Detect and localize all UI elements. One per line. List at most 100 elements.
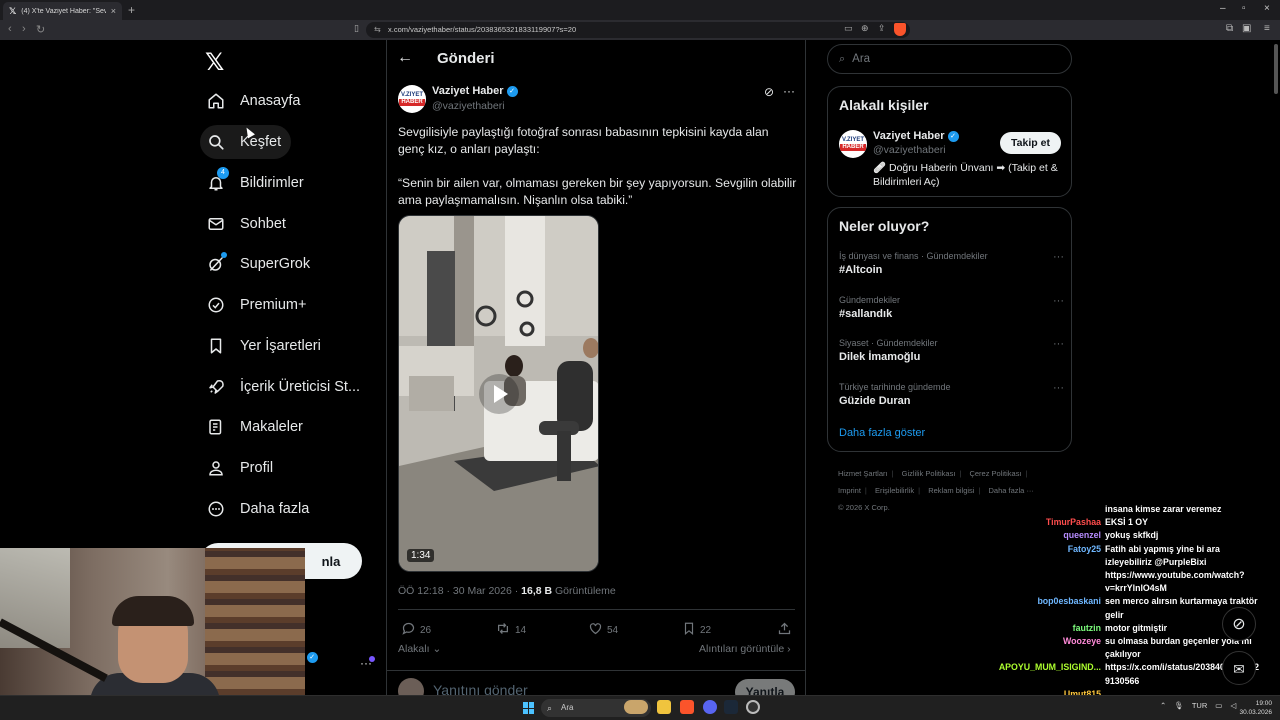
related-name-text: Vaziyet Haber <box>873 130 945 142</box>
nav-item-supergrok[interactable]: SuperGrok <box>200 247 320 281</box>
like-action[interactable]: 54 <box>588 621 618 639</box>
minimize-icon[interactable]: – <box>1220 3 1226 14</box>
follow-button[interactable]: Takip et <box>1000 132 1061 154</box>
chevron-down-icon: ⌄ <box>432 643 442 655</box>
grok-fab-icon[interactable]: ⊘ <box>1222 607 1256 641</box>
grok-explain-icon[interactable]: ⊘ <box>764 85 774 99</box>
volume-icon[interactable]: ◁ <box>1230 701 1236 710</box>
post-video[interactable]: 1:34 <box>398 215 599 572</box>
reply-input[interactable]: Yanıtını gönder <box>433 682 528 695</box>
close-window-icon[interactable]: × <box>1264 3 1270 14</box>
footer-link[interactable]: Gizlilik Politikası <box>902 469 956 478</box>
discord-icon[interactable] <box>703 700 717 714</box>
tab-close-icon[interactable]: × <box>111 6 116 16</box>
nav-item-premium[interactable]: Premium+ <box>200 288 316 322</box>
author-name[interactable]: Vaziyet Haber ✓ <box>432 85 518 97</box>
bookmark-page-icon[interactable]: ▯ <box>354 23 359 34</box>
system-tray: ⌃ 🎙 TUR ▭ ◁ <box>1160 701 1236 710</box>
screen-icon[interactable]: ▭ <box>844 23 853 34</box>
verified-badge-icon: ✓ <box>306 651 318 663</box>
trend-more-icon[interactable]: ··· <box>1053 251 1064 263</box>
chat-user: queenzel <box>1063 530 1101 541</box>
footer-link[interactable]: Daha fazla ··· <box>989 486 1034 495</box>
related-handle[interactable]: @vaziyethaberi <box>873 144 946 156</box>
trend-more-icon[interactable]: ··· <box>1053 295 1064 307</box>
obs-icon[interactable] <box>746 700 760 714</box>
reload-icon[interactable]: ↻ <box>36 23 45 36</box>
nav-item-creator-studio[interactable]: İçerik Üreticisi St... <box>200 370 370 404</box>
repost-action[interactable]: 14 <box>495 621 526 639</box>
related-name[interactable]: Vaziyet Haber ✓ <box>873 130 959 142</box>
extensions-icon[interactable]: ⧉ <box>1226 23 1233 34</box>
page-scrollbar[interactable] <box>1274 44 1278 94</box>
related-avatar[interactable]: V.ZIYET HABER <box>839 130 867 158</box>
x-logo-icon[interactable]: 𝕏 <box>205 48 224 76</box>
menu-icon[interactable]: ≡ <box>1264 23 1270 34</box>
share-action[interactable] <box>777 621 792 639</box>
trend-category: Türkiye tarihinde gündemde <box>839 382 951 392</box>
brave-shield-icon[interactable] <box>894 23 906 36</box>
back-arrow-icon[interactable]: ← <box>397 49 413 67</box>
reply-sort-dropdown[interactable]: Alakalı ⌄ <box>398 643 441 655</box>
tab-title: (4) X'te Vaziyet Haber: "Sevgilisiyle <box>21 7 105 15</box>
nav-item-articles[interactable]: Makaleler <box>200 410 313 444</box>
post-timestamp[interactable]: ÖÖ 12:18 · 30 Mar 2026 · <box>398 585 521 597</box>
search-input[interactable]: ⌕ Ara <box>827 44 1072 74</box>
browser-tab[interactable]: 𝕏 (4) X'te Vaziyet Haber: "Sevgilisiyle … <box>3 2 122 20</box>
author-handle[interactable]: @vaziyethaberi <box>432 100 505 112</box>
trend-item[interactable]: Siyaset · Gündemdekiler Dilek İmamoğlu ·… <box>839 338 1064 363</box>
trend-more-icon[interactable]: ··· <box>1053 382 1064 394</box>
forward-nav-icon[interactable]: › <box>22 23 26 35</box>
site-info-icon[interactable]: ⇆ <box>374 22 381 38</box>
footer-link[interactable]: Erişilebilirlik <box>875 486 914 495</box>
webcam-window <box>0 548 70 648</box>
maximize-icon[interactable]: ▫ <box>1242 3 1246 14</box>
back-nav-icon[interactable]: ‹ <box>8 23 12 35</box>
footer-link[interactable]: Çerez Politikası <box>969 469 1021 478</box>
weather-widget-icon[interactable] <box>624 700 648 714</box>
network-icon[interactable]: ▭ <box>1215 701 1222 710</box>
steam-icon[interactable] <box>724 700 738 714</box>
nav-item-bookmarks[interactable]: Yer İşaretleri <box>200 329 331 363</box>
card-title: Alakalı kişiler <box>839 97 929 113</box>
zoom-icon[interactable]: ⊕ <box>861 23 869 34</box>
footer-link[interactable]: Hizmet Şartları <box>838 469 888 478</box>
post-more-icon[interactable]: ··· <box>783 84 795 98</box>
file-explorer-icon[interactable] <box>657 700 671 714</box>
nav-item-profile[interactable]: Profil <box>200 451 283 485</box>
tray-chevron-icon[interactable]: ⌃ <box>1160 701 1166 710</box>
nav-item-more[interactable]: Daha fazla <box>200 492 319 526</box>
trend-name: #sallandık <box>839 308 893 320</box>
reply-button[interactable]: Yanıtla <box>735 679 795 695</box>
footer-link[interactable]: Reklam bilgisi <box>928 486 974 495</box>
nav-item-home[interactable]: Anasayfa <box>200 84 310 118</box>
messages-fab-icon[interactable]: ✉ <box>1222 651 1256 685</box>
brave-browser-icon[interactable] <box>680 700 694 714</box>
reply-action[interactable]: 26 <box>401 621 431 639</box>
language-indicator[interactable]: TUR <box>1192 701 1207 710</box>
nav-item-messages[interactable]: Sohbet <box>200 207 296 241</box>
footer-link[interactable]: Imprint <box>838 486 861 495</box>
url-bar[interactable]: ⇆ x.com/vaziyethaber/status/203836532183… <box>366 22 910 38</box>
windows-start-icon[interactable] <box>523 702 535 714</box>
trend-item[interactable]: Gündemdekiler #sallandık ··· <box>839 295 1064 320</box>
trend-item[interactable]: İş dünyası ve finans · Gündemdekiler #Al… <box>839 251 1064 276</box>
person-icon <box>206 458 226 478</box>
x-favicon-icon: 𝕏 <box>9 5 17 16</box>
view-quotes-link[interactable]: Alıntıları görüntüle › <box>699 643 791 655</box>
taskbar-clock[interactable]: 19:00 30.03.2026 <box>1238 699 1272 717</box>
reply-composer: Yanıtını gönder Yanıtla <box>387 670 805 695</box>
author-avatar[interactable]: V.ZIYET HABER <box>398 85 426 113</box>
trend-item[interactable]: Türkiye tarihinde gündemde Güzide Duran … <box>839 382 1064 407</box>
trend-name: Dilek İmamoğlu <box>839 351 921 363</box>
share-icon[interactable]: ⇪ <box>878 23 886 34</box>
play-button[interactable] <box>479 374 519 414</box>
trend-more-icon[interactable]: ··· <box>1053 338 1064 350</box>
bookmark-action[interactable]: 22 <box>682 621 711 639</box>
new-tab-icon[interactable]: + <box>128 3 135 17</box>
show-more-link[interactable]: Daha fazla göster <box>839 427 925 439</box>
mic-icon[interactable]: 🎙 <box>1174 701 1184 710</box>
user-avatar <box>398 678 424 695</box>
sidebar-icon[interactable]: ▣ <box>1242 23 1251 34</box>
nav-item-notifications[interactable]: 4 Bildirimler <box>200 166 314 200</box>
